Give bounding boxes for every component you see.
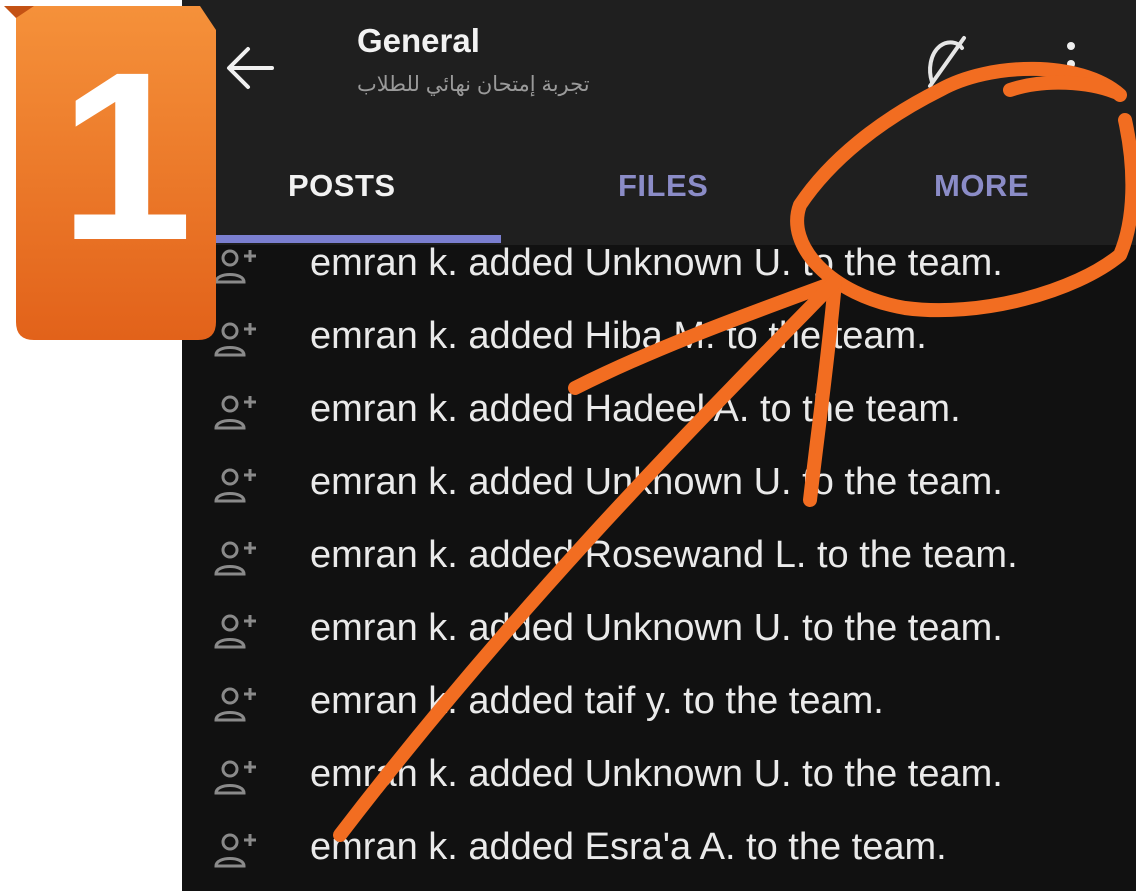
list-item: emran k. added Esra'a A. to the team. [182,816,1136,889]
list-item: emran k. added taif y. to the team. [182,670,1136,743]
channel-title: General [357,22,480,59]
add-member-icon [214,322,256,357]
back-arrow-icon[interactable] [220,38,280,98]
tab-more[interactable]: MORE [934,168,1029,204]
list-item: emran k. added Unknown U. to the team. [182,597,1136,670]
post-text: emran k. added Rosewand L. to the team. [310,534,1018,576]
list-item: emran k. added Hiba M. to the team. [182,305,1136,378]
meet-now-icon[interactable] [924,32,970,92]
more-options-icon[interactable] [1054,36,1088,98]
add-member-icon [214,614,256,649]
add-member-icon [214,833,256,868]
teams-channel-screen: General تجربة إمتحان نهائي للطلاب POSTS … [182,0,1136,891]
list-item: emran k. added Unknown U. to the team. [182,743,1136,816]
post-text: emran k. added Esra'a A. to the team. [310,826,947,868]
post-text: emran k. added Unknown U. to the team. [310,607,1003,649]
add-member-icon [214,541,256,576]
list-item: emran k. added Rosewand L. to the team. [182,524,1136,597]
add-member-icon [214,249,256,284]
list-item: emran k. added Unknown U. to the team. [182,451,1136,524]
add-member-icon [214,760,256,795]
post-text: emran k. added Unknown U. to the team. [310,753,1003,795]
post-text: emran k. added taif y. to the team. [310,680,884,722]
post-text: emran k. added Unknown U. to the team. [310,461,1003,503]
post-text: emran k. added Unknown U. to the team. [310,242,1003,284]
list-item: emran k. added Unknown U. to the team. [182,232,1136,305]
step-number: 1 [59,22,193,290]
channel-header: General تجربة إمتحان نهائي للطلاب POSTS … [182,0,1136,245]
post-text: emran k. added Hiba M. to the team. [310,315,927,357]
team-name: تجربة إمتحان نهائي للطلاب [357,73,590,96]
tab-posts[interactable]: POSTS [288,168,396,204]
post-text: emran k. added Hadeel A. to the team. [310,388,961,430]
tab-files[interactable]: FILES [618,168,708,204]
add-member-icon [214,468,256,503]
add-member-icon [214,687,256,722]
list-item: emran k. added Hadeel A. to the team. [182,378,1136,451]
add-member-icon [214,395,256,430]
